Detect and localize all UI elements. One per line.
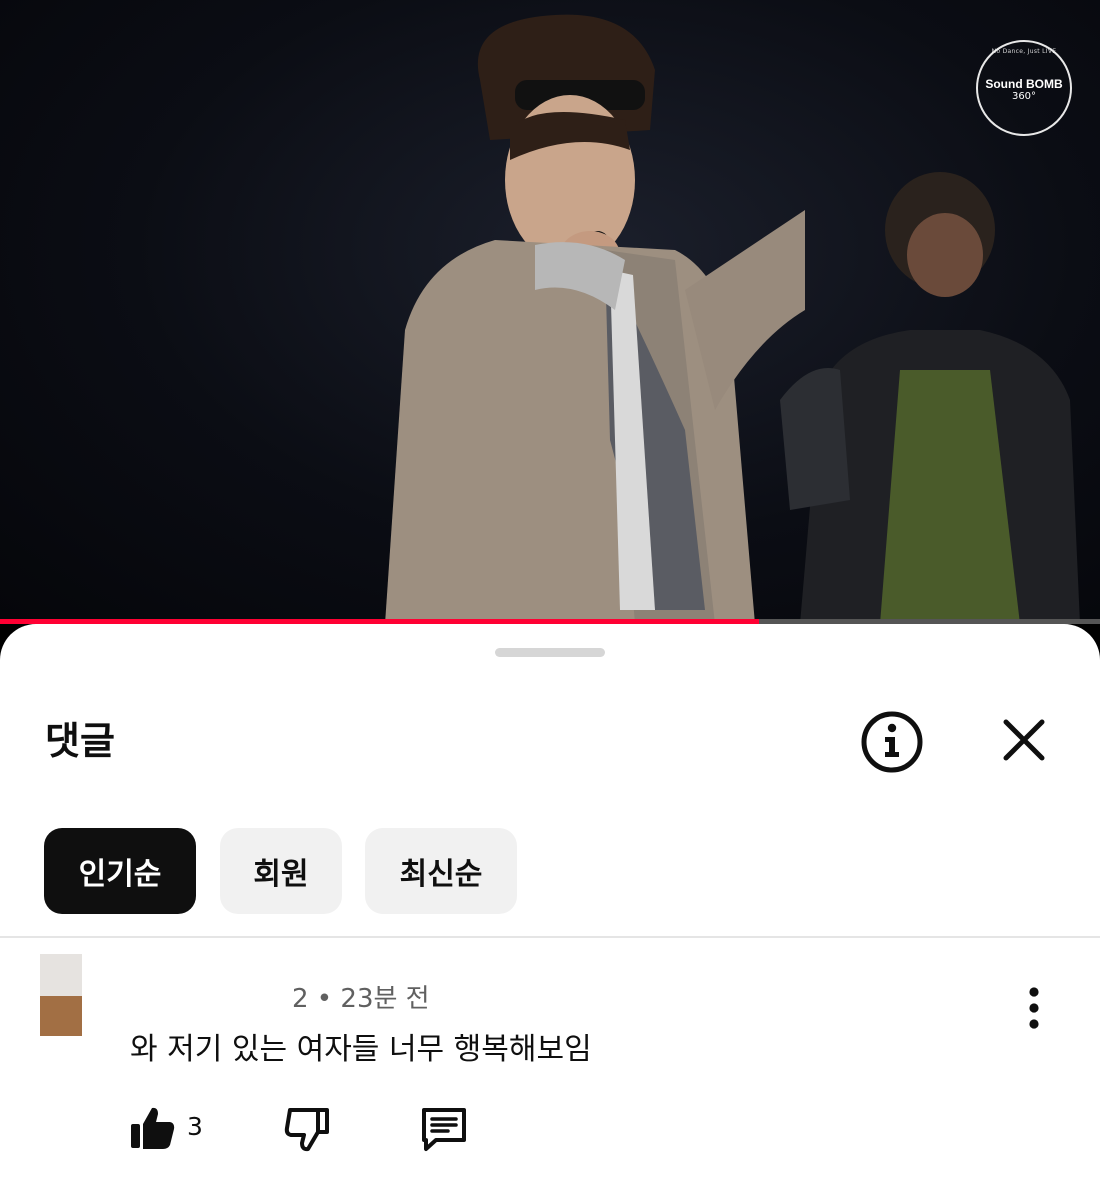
sort-chip-popular[interactable]: 인기순 — [44, 828, 196, 914]
comment-text: 와 저기 있는 여자들 너무 행복해보임 — [130, 1032, 592, 1067]
video-frame-main-performer — [385, 14, 805, 624]
reply-button[interactable] — [418, 1104, 470, 1154]
watermark-title: Sound BOMB — [985, 76, 1063, 91]
sort-chip-members[interactable]: 회원 — [220, 828, 342, 914]
watermark-tagline: No Dance, Just LIVE — [991, 48, 1057, 55]
dislike-button[interactable] — [282, 1104, 332, 1154]
divider — [0, 936, 1100, 938]
close-button[interactable] — [992, 708, 1056, 772]
thumb-up-filled-icon — [131, 1107, 175, 1149]
channel-watermark: No Dance, Just LIVE Sound BOMB 360° — [976, 40, 1072, 136]
video-frame-background-performer — [780, 172, 1080, 624]
comments-title: 댓글 — [45, 719, 115, 763]
thumb-down-icon — [284, 1108, 329, 1152]
comment-more-button[interactable] — [1014, 986, 1054, 1030]
info-circle-icon — [861, 711, 923, 773]
comments-sheet: 댓글 인기순 회원 최신순 2 • 23분 전 와 저기 있는 여자들 너무 행… — [0, 624, 1100, 1200]
sort-chip-newest[interactable]: 최신순 — [365, 828, 517, 914]
close-icon — [1003, 719, 1045, 761]
watermark-subtitle: 360° — [1011, 90, 1037, 102]
info-button[interactable] — [858, 708, 926, 776]
reply-icon — [422, 1108, 466, 1151]
avatar[interactable] — [40, 954, 82, 1036]
more-vertical-icon — [1029, 987, 1039, 1029]
sheet-drag-handle[interactable] — [495, 648, 605, 657]
comment-meta: 2 • 23분 전 — [292, 984, 430, 1014]
like-button[interactable] — [128, 1104, 178, 1154]
like-count: 3 — [187, 1112, 203, 1141]
video-player[interactable]: No Dance, Just LIVE Sound BOMB 360° — [0, 0, 1100, 624]
